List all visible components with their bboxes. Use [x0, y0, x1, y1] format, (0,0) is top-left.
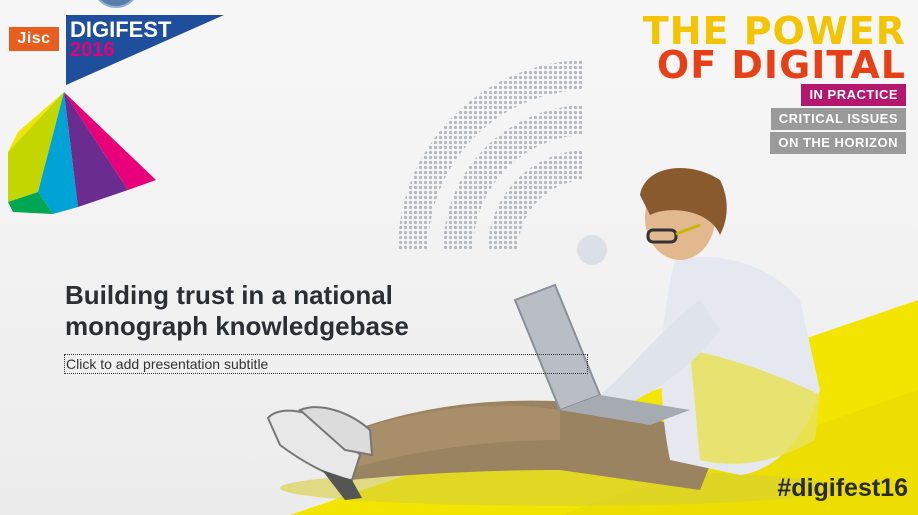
tag-in-practice: IN PRACTICE	[801, 84, 906, 106]
presentation-slide: Jisc DIGIFEST 2016 THE POWER OF DIGITAL …	[0, 0, 918, 515]
slide-title-line-2: monograph knowledgebase	[65, 311, 409, 341]
slide-title-line-1: Building trust in a national	[65, 280, 393, 310]
subtitle-placeholder[interactable]: Click to add presentation subtitle	[64, 354, 588, 374]
event-headline: THE POWER OF DIGITAL IN PRACTICE CRITICA…	[643, 12, 906, 154]
hashtag-text: #digifest16	[777, 474, 908, 502]
slide-title[interactable]: Building trust in a national monograph k…	[65, 280, 485, 342]
tag-critical-issues: CRITICAL ISSUES	[770, 108, 906, 130]
headline-line-2: OF DIGITAL	[656, 43, 906, 87]
tag-on-the-horizon: ON THE HORIZON	[770, 132, 906, 154]
